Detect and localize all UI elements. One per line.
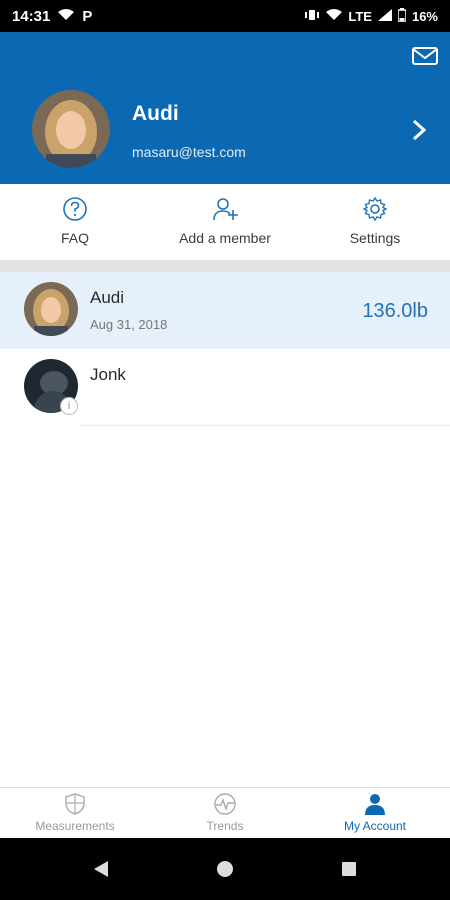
chevron-right-icon[interactable] [410,118,428,142]
gear-icon [362,196,388,222]
add-member-button[interactable]: Add a member [150,184,300,260]
member-avatar [24,282,78,336]
tab-measurements-label: Measurements [35,819,115,833]
tab-trends[interactable]: Trends [150,788,300,838]
wifi-signal-icon [326,8,343,24]
bottom-navigation: Measurements Trends My Account [0,787,450,838]
member-name: Audi [90,288,125,307]
member-weight: 136.0lb [362,300,428,322]
tab-trends-label: Trends [206,819,244,833]
status-bar: 14:31 P LTE 16% [0,0,450,32]
battery-icon [397,7,407,25]
row-divider [80,425,450,426]
back-icon[interactable] [89,857,113,881]
member-date: Aug 31, 2018 [90,317,168,332]
help-circle-icon [63,197,87,221]
member-list: Audi Aug 31, 2018 136.0lb i Jonk [0,272,450,426]
settings-label: Settings [349,230,401,246]
profile-email: masaru@test.com [132,144,246,160]
status-time: 14:31 [12,7,51,25]
pulse-icon [214,793,236,815]
faq-button[interactable]: FAQ [0,184,150,260]
faq-label: FAQ [60,230,89,246]
battery-level: 16% [411,8,438,24]
person-icon [365,794,385,815]
settings-button[interactable]: Settings [300,184,450,260]
network-type: LTE [348,8,372,24]
quick-actions: FAQ Add a member Settings [0,184,450,260]
member-name: Jonk [90,365,126,384]
add-person-icon [213,198,238,221]
parking-icon: P [82,7,93,25]
vibrate-icon [304,9,320,24]
info-icon: i [60,397,78,415]
system-navigation-bar [0,838,450,900]
home-icon[interactable] [213,857,237,881]
profile-avatar[interactable] [32,90,110,168]
mail-icon[interactable] [412,46,438,66]
add-member-label: Add a member [179,230,271,246]
section-divider [0,260,450,272]
profile-header: Audi masaru@test.com [0,32,450,184]
tab-measurements[interactable]: Measurements [0,788,150,838]
member-row-audi[interactable]: Audi Aug 31, 2018 136.0lb [0,272,450,349]
member-row-jonk[interactable]: i Jonk [0,349,450,426]
recents-icon[interactable] [337,857,361,881]
cell-signal-icon [377,8,392,24]
tab-my-account[interactable]: My Account [300,788,450,838]
tab-my-account-label: My Account [343,819,407,833]
wifi-icon [58,8,75,24]
shield-icon [65,793,85,815]
profile-name: Audi [132,102,179,125]
